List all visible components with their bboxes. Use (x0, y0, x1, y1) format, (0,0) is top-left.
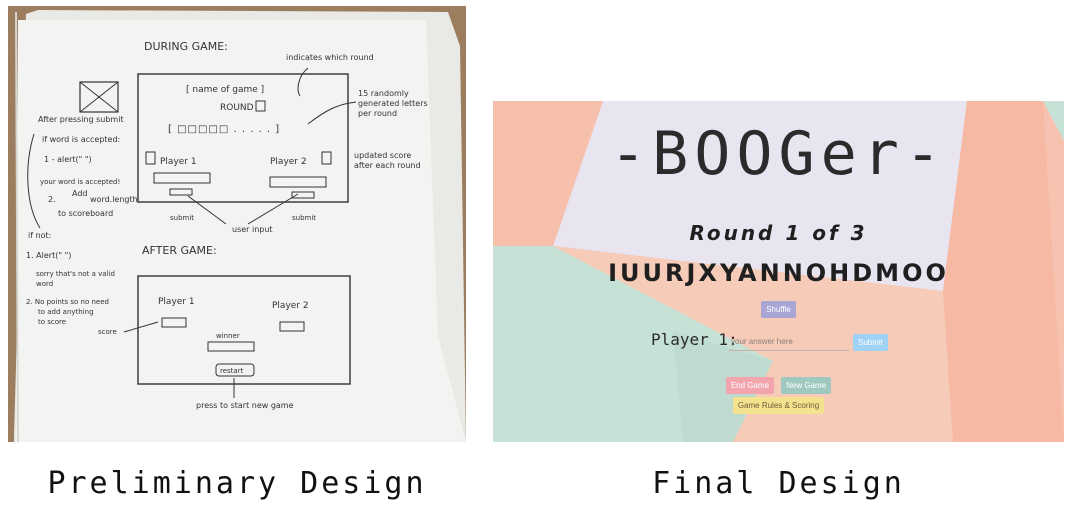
player-label: Player 1: (651, 330, 738, 349)
sketch-if-not: if not: (28, 231, 51, 240)
sketch-alert-2: 1. Alert(" ") (26, 251, 71, 260)
sketch-random-note-3: per round (358, 109, 397, 118)
sketch-name-of-game: [ name of game ] (186, 85, 264, 95)
sketch-user-input: user input (232, 225, 273, 234)
end-game-button[interactable]: End Game (725, 377, 775, 394)
preliminary-design-caption: Preliminary Design (47, 466, 427, 501)
sketch-word-length: word.length (90, 195, 138, 204)
submit-button[interactable]: Submit (853, 334, 888, 351)
sketch-accepted-msg: your word is accepted! (40, 178, 120, 186)
sketch-drawing: DURING GAME: indicates which round [ nam… (14, 10, 466, 442)
game-controls-row: End Game New Game (493, 373, 1064, 394)
sketch-submit-left: submit (170, 214, 194, 222)
sketch-score-label: score (98, 328, 117, 336)
sketch-during-title: DURING GAME: (144, 40, 228, 53)
sketch-restart: restart (220, 367, 244, 375)
sketch-indicates-note: indicates which round (286, 53, 374, 62)
sketch-sorry-2: word (36, 280, 53, 288)
sketch-after-player1: Player 1 (158, 297, 195, 307)
sketch-restart-note: press to start new game (196, 401, 294, 410)
sketch-round-label: ROUND (220, 103, 254, 113)
game-rules-button[interactable]: Game Rules & Scoring (732, 397, 825, 414)
sketch-letters-box: [ □□□□□ . . . . . ] (168, 124, 280, 135)
shuffle-row: Shuffle (493, 297, 1064, 318)
sketch-add-label: Add (72, 189, 88, 198)
sketch-player2: Player 2 (270, 157, 307, 167)
sketch-no-points-2: to add anything (38, 308, 94, 316)
sketch-alert-1: 1 - alert(" ") (44, 155, 92, 164)
sketch-random-note-1: 15 randomly (358, 89, 409, 98)
player-answer-row: Player 1: Submit (651, 330, 1064, 356)
sketch-winner-label: winner (216, 332, 240, 340)
game-title: -BOOGer- (610, 119, 947, 189)
shuffle-button[interactable]: Shuffle (761, 301, 796, 318)
preliminary-design-photo: DURING GAME: indicates which round [ nam… (8, 6, 466, 442)
sketch-after-player2: Player 2 (272, 301, 309, 311)
sketch-submit-right: submit (292, 214, 316, 222)
random-letters: IUURJXYANNOHDMOO (608, 259, 949, 287)
round-indicator: Round 1 of 3 (689, 221, 868, 245)
sketch-sorry-1: sorry that's not a valid (36, 270, 115, 278)
sketch-player1: Player 1 (160, 157, 197, 167)
sketch-to-scoreboard: to scoreboard (58, 209, 113, 218)
sketch-if-accepted: if word is accepted: (42, 135, 120, 144)
sketch-no-points-1: 2. No points so no need (26, 298, 109, 306)
sketch-after-title: AFTER GAME: (142, 244, 217, 257)
sketch-no-points-3: to score (38, 318, 66, 326)
sketch-after-pressing: After pressing submit (38, 115, 124, 124)
final-design-screen: -BOOGer- Round 1 of 3 IUURJXYANNOHDMOO S… (493, 101, 1064, 442)
final-design-caption: Final Design (652, 466, 905, 501)
sketch-score-note-1: updated score (354, 151, 411, 160)
answer-input[interactable] (729, 332, 849, 351)
sketch-step-2: 2. (48, 195, 56, 204)
new-game-button[interactable]: New Game (781, 377, 832, 394)
rules-row: Game Rules & Scoring (493, 393, 1064, 414)
sketch-score-note-2: after each round (354, 161, 421, 170)
sketch-random-note-2: generated letters (358, 99, 428, 108)
